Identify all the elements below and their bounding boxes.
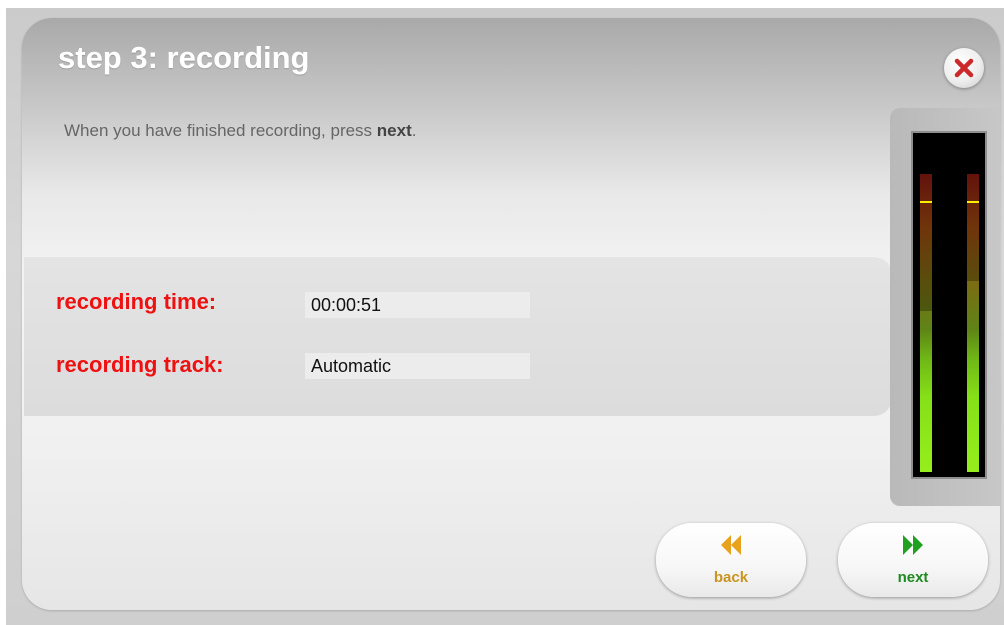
recording-track-label: recording track: <box>56 352 224 377</box>
page-title: step 3: recording <box>58 40 310 75</box>
instruction-suffix: . <box>411 121 417 140</box>
close-button[interactable] <box>944 48 984 88</box>
recording-time-label: recording time: <box>56 289 217 314</box>
recording-time-value: 00:00:51 <box>305 292 530 318</box>
recording-track-value: Automatic <box>305 353 530 379</box>
recording-info-panel <box>24 256 892 416</box>
next-button[interactable]: next <box>838 523 988 597</box>
left-peak-marker <box>920 201 932 203</box>
left-channel-level <box>920 174 932 472</box>
back-label: back <box>713 569 749 586</box>
instruction-lead: When you have finished recording, press <box>64 121 377 140</box>
rewind-icon <box>721 535 741 555</box>
right-peak-marker <box>967 201 979 203</box>
right-channel-dim <box>967 174 979 281</box>
next-label: next <box>897 569 929 586</box>
left-channel-dim <box>920 174 932 311</box>
instruction-emphasis: next <box>376 121 412 140</box>
fast-forward-icon <box>903 535 923 555</box>
instruction-text: When you have finished recording, press … <box>64 121 417 141</box>
right-channel-level <box>967 174 979 472</box>
back-button[interactable]: back <box>656 523 806 597</box>
close-icon <box>954 58 974 78</box>
